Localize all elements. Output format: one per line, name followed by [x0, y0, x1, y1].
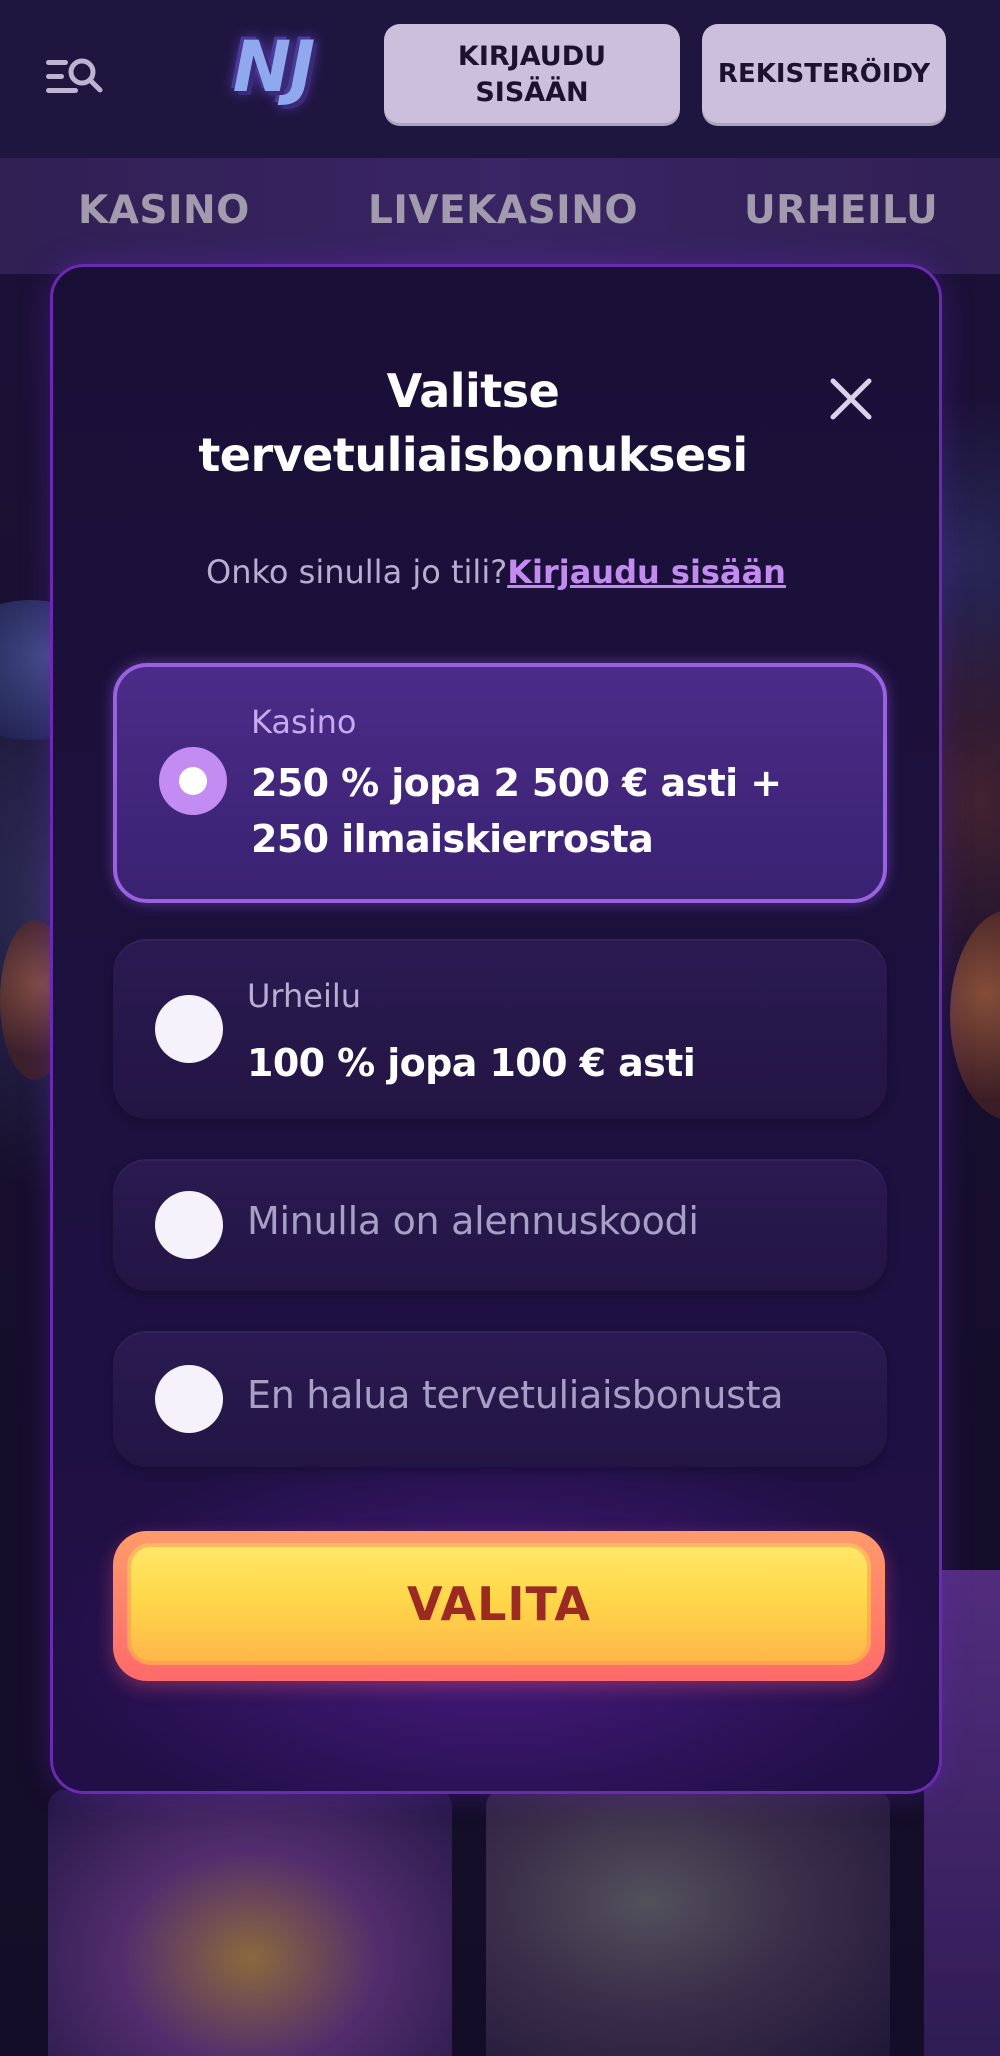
close-icon[interactable] [823, 371, 879, 427]
login-link[interactable]: Kirjaudu sisään [507, 553, 786, 591]
choose-button[interactable]: VALITA [113, 1531, 885, 1681]
option-text: 250 % jopa 2 500 € asti + 250 ilmaiskier… [251, 761, 782, 861]
bonus-option-casino[interactable]: Kasino 250 % jopa 2 500 € asti + 250 ilm… [113, 663, 887, 903]
login-prompt: Onko sinulla jo tili?Kirjaudu sisään [53, 553, 939, 591]
option-text: Minulla on alennuskoodi [247, 1199, 699, 1243]
bonus-modal: Valitse tervetuliaisbonuksesi Onko sinul… [50, 264, 942, 1794]
register-button[interactable]: REKISTERÖIDY [702, 24, 946, 126]
bonus-option-no-bonus[interactable]: En halua tervetuliaisbonusta [113, 1331, 887, 1467]
login-button[interactable]: KIRJAUDU SISÄÄN [384, 24, 680, 126]
menu-search-icon[interactable] [42, 52, 106, 102]
radio-selected[interactable] [159, 747, 227, 815]
option-text: En halua tervetuliaisbonusta [247, 1373, 784, 1417]
radio-unselected[interactable] [155, 1365, 223, 1433]
site-logo[interactable]: NJ [168, 20, 378, 114]
radio-unselected[interactable] [155, 995, 223, 1063]
option-text: 100 % jopa 100 € asti [247, 1041, 696, 1085]
bonus-option-sports[interactable]: Urheilu 100 % jopa 100 € asti [113, 939, 887, 1119]
choose-button-face: VALITA [127, 1543, 871, 1665]
radio-unselected[interactable] [155, 1191, 223, 1259]
choose-button-label: VALITA [407, 1577, 591, 1631]
logo-text: NJ [232, 26, 316, 108]
option-category: Kasino [251, 703, 357, 741]
top-header: NJ KIRJAUDU SISÄÄN REKISTERÖIDY [0, 0, 1000, 158]
modal-title: Valitse tervetuliaisbonuksesi [198, 364, 748, 482]
login-button-label: KIRJAUDU SISÄÄN [457, 40, 607, 108]
option-category: Urheilu [247, 977, 362, 1015]
bonus-option-promo-code[interactable]: Minulla on alennuskoodi [113, 1159, 887, 1291]
login-prompt-text: Onko sinulla jo tili? [206, 553, 508, 591]
register-button-label: REKISTERÖIDY [717, 59, 931, 90]
